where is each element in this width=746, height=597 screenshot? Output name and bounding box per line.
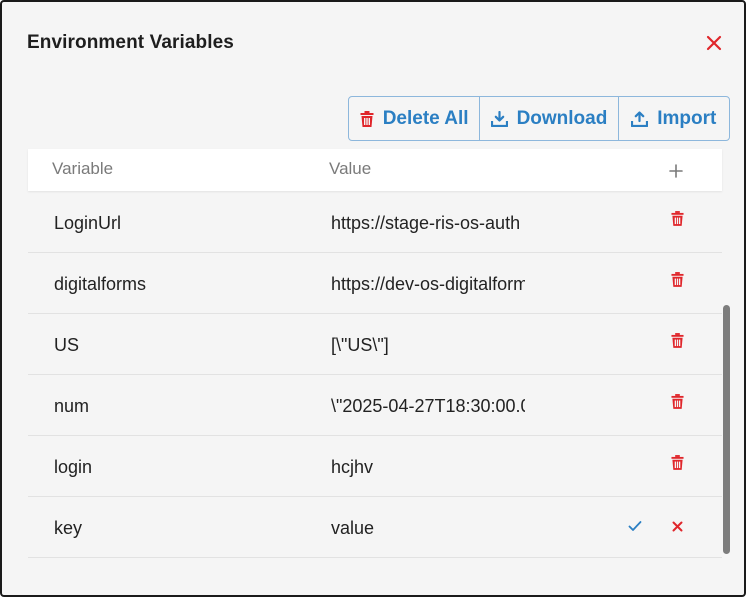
variable-cell[interactable]: num: [54, 396, 89, 417]
table-body: LoginUrl https://stage-ris-os-auth digit…: [28, 192, 722, 558]
delete-row-button[interactable]: [668, 269, 686, 289]
table-row: digitalforms https://dev-os-digitalforms: [28, 253, 722, 314]
variables-table: Variable Value LoginUrl https://stage-ri…: [28, 149, 722, 558]
add-variable-button[interactable]: [666, 161, 686, 181]
delete-row-button[interactable]: [668, 208, 686, 228]
table-row: US [\"US\"]: [28, 314, 722, 375]
table-row: login hcjhv: [28, 436, 722, 497]
plus-icon: [669, 164, 683, 178]
value-cell[interactable]: https://dev-os-digitalforms: [331, 274, 525, 295]
value-cell[interactable]: [\"US\"]: [331, 335, 525, 356]
delete-all-button[interactable]: Delete All: [349, 97, 481, 140]
cancel-icon: [672, 521, 682, 531]
cancel-row-button[interactable]: [668, 517, 686, 535]
delete-row-button[interactable]: [668, 452, 686, 472]
dialog-title: Environment Variables: [27, 32, 234, 53]
variable-cell[interactable]: US: [54, 335, 79, 356]
delete-row-button[interactable]: [668, 330, 686, 350]
variable-cell[interactable]: LoginUrl: [54, 213, 121, 234]
confirm-row-button[interactable]: [626, 517, 644, 535]
environment-variables-dialog: Environment Variables Delete All Downloa…: [0, 0, 746, 597]
download-icon: [490, 110, 508, 127]
value-cell[interactable]: https://stage-ris-os-auth: [331, 213, 525, 234]
close-button[interactable]: [702, 31, 726, 55]
delete-row-button[interactable]: [668, 391, 686, 411]
check-icon: [628, 521, 642, 531]
upload-icon: [631, 110, 649, 127]
table-row: LoginUrl https://stage-ris-os-auth: [28, 192, 722, 253]
variable-cell[interactable]: login: [54, 457, 92, 478]
import-button[interactable]: Import: [619, 97, 729, 140]
download-label: Download: [516, 107, 608, 129]
value-cell[interactable]: \"2025-04-27T18:30:00.000Z: [331, 396, 525, 417]
trash-icon: [670, 332, 684, 348]
close-icon: [706, 35, 722, 51]
trash-icon: [360, 110, 374, 127]
toolbar: Delete All Download Import: [348, 96, 730, 141]
new-variable-value-cell[interactable]: value: [331, 518, 525, 539]
delete-all-label: Delete All: [382, 107, 469, 129]
table-row: num \"2025-04-27T18:30:00.000Z: [28, 375, 722, 436]
download-button[interactable]: Download: [480, 97, 619, 140]
trash-icon: [670, 271, 684, 287]
trash-icon: [670, 210, 684, 226]
import-label: Import: [657, 107, 717, 129]
table-row-edit: key value: [28, 497, 722, 558]
trash-icon: [670, 393, 684, 409]
variable-cell[interactable]: digitalforms: [54, 274, 146, 295]
value-cell[interactable]: hcjhv: [331, 457, 525, 478]
scrollbar-thumb[interactable]: [723, 305, 730, 554]
trash-icon: [670, 454, 684, 470]
new-variable-key-cell[interactable]: key: [54, 518, 82, 539]
column-header-variable: Variable: [52, 159, 114, 178]
table-header: Variable Value: [28, 149, 722, 191]
column-header-value: Value: [329, 159, 372, 178]
